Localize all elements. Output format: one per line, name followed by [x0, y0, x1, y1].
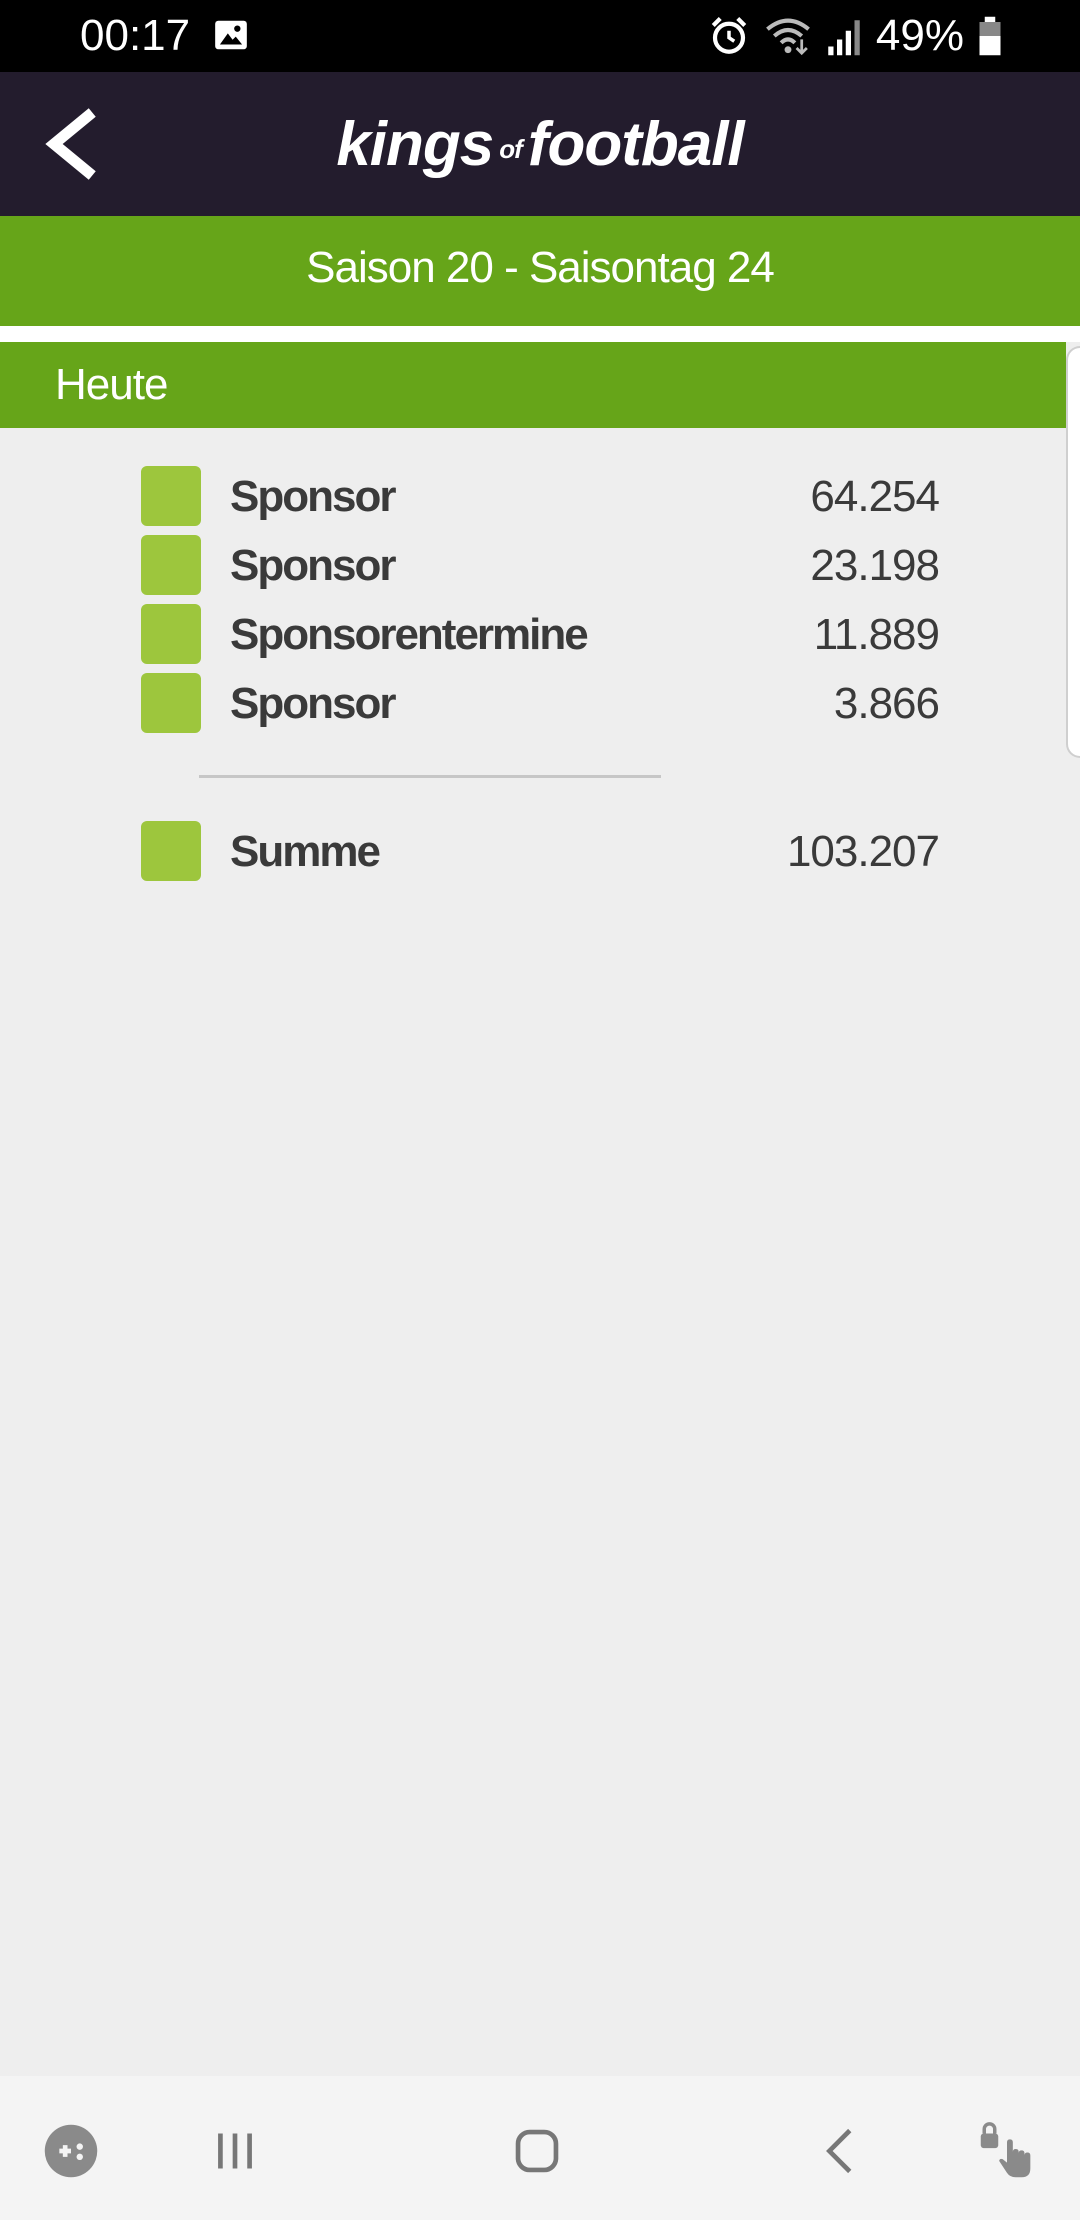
- item-label: Sponsor: [230, 541, 396, 590]
- sponsor-list: Sponsor 64.254 Sponsor 23.198 Sponsorent…: [0, 462, 1080, 738]
- system-nav-bar: [0, 2076, 1080, 2220]
- touch-lock-icon: [980, 2122, 1031, 2178]
- alarm-icon: [711, 17, 747, 54]
- home-icon: [515, 2129, 559, 2173]
- recent-apps-button[interactable]: [200, 2116, 270, 2186]
- logo-kings: kings: [336, 110, 494, 179]
- list-item: Sponsor 23.198: [0, 531, 1080, 600]
- touch-lock-button[interactable]: [972, 2116, 1042, 2186]
- status-icons: 49%: [708, 10, 1002, 62]
- battery-percent: 49%: [875, 11, 964, 60]
- summary-row: Summe 103.207: [0, 817, 1080, 886]
- item-value: 3.866: [833, 679, 940, 728]
- logo-of: of: [499, 133, 523, 164]
- legend-swatch: [141, 535, 201, 595]
- item-label: Sponsor: [230, 679, 396, 728]
- wifi-icon: [766, 18, 810, 56]
- list-item: Sponsorentermine 11.889: [0, 600, 1080, 669]
- section-title: Heute: [55, 360, 168, 409]
- item-label: Sponsor: [230, 472, 396, 521]
- recent-apps-icon: [218, 2133, 252, 2169]
- legend-swatch: [141, 466, 201, 526]
- logo-football: football: [527, 110, 745, 179]
- legend-swatch: [141, 604, 201, 664]
- season-title: Saison 20 - Saisontag 24: [0, 216, 1080, 326]
- sum-divider: [199, 775, 661, 778]
- summary-value: 103.207: [786, 827, 940, 876]
- summary-label: Summe: [230, 827, 381, 876]
- item-value: 23.198: [810, 541, 940, 590]
- battery-icon: [979, 16, 1001, 56]
- image-icon: [215, 20, 247, 50]
- list-item: Sponsor 64.254: [0, 462, 1080, 531]
- home-button[interactable]: [502, 2116, 572, 2186]
- app-logo: kings offootball: [0, 110, 1080, 184]
- signal-icon: [828, 20, 860, 56]
- app-header: kings offootball: [0, 72, 1080, 216]
- legend-swatch: [141, 821, 201, 881]
- status-time: 00:17: [80, 11, 191, 60]
- legend-swatch: [141, 673, 201, 733]
- item-label: Sponsorentermine: [230, 610, 589, 659]
- back-nav-button[interactable]: [806, 2116, 876, 2186]
- game-launcher-icon: [44, 2124, 98, 2178]
- game-launcher-button[interactable]: [36, 2116, 106, 2186]
- status-bar: 00:17 49%: [0, 0, 1080, 72]
- item-value: 11.889: [813, 610, 940, 659]
- back-icon: [826, 2128, 852, 2174]
- item-value: 64.254: [810, 472, 940, 521]
- divider: [0, 326, 1080, 342]
- list-item: Sponsor 3.866: [0, 669, 1080, 738]
- section-header: Heute: [0, 342, 1066, 428]
